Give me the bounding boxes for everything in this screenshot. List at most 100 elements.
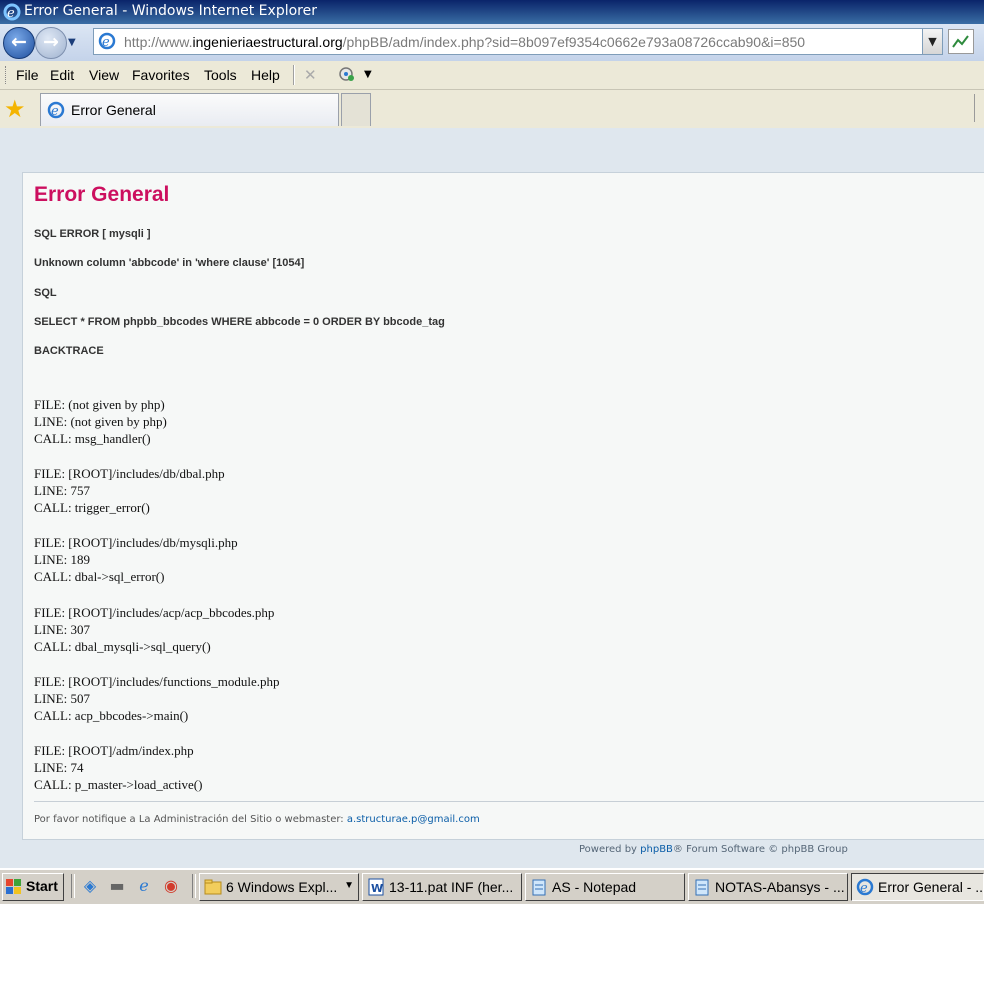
error-message: Unknown column 'abbcode' in 'where claus… (34, 257, 305, 269)
page-title: Error General (34, 183, 170, 206)
ie-quicklaunch-icon[interactable]: e (134, 876, 154, 896)
url-scheme: http://www. (124, 34, 193, 50)
menu-edit[interactable]: Edit (50, 67, 74, 83)
backtrace-file: FILE: (not given by php) (34, 397, 165, 412)
menu-help[interactable]: Help (251, 67, 280, 83)
notify-text: Por favor notifique a La Administración … (34, 814, 344, 825)
backtrace-call: CALL: trigger_error() (34, 500, 150, 515)
backtrace-call: CALL: p_master->load_active() (34, 777, 203, 792)
menu-file[interactable]: File (16, 67, 39, 83)
backtrace-line: LINE: 757 (34, 483, 90, 498)
navigation-bar: ← → ▼ e http://www.ingenieriaestructural… (0, 24, 984, 61)
error-panel: Error General SQL ERROR [ mysqli ] Unkno… (22, 172, 984, 840)
powered-by-footer: Powered by phpBB® Forum Software © phpBB… (579, 844, 848, 855)
notepad-icon (695, 879, 709, 896)
menu-bar: File Edit View Favorites Tools Help ✕ ▼ (0, 61, 984, 90)
favorites-star-icon[interactable]: ★ (4, 97, 26, 121)
backtrace-label: BACKTRACE (34, 345, 104, 357)
menu-tools[interactable]: Tools (204, 67, 237, 83)
taskbar: Start ◈ ▬ e ◉ 6 Windows Expl... ▼ W 13-1… (0, 868, 984, 904)
task-label: NOTAS-Abansys - ... (715, 879, 845, 895)
address-bar[interactable]: e http://www.ingenieriaestructural.org/p… (93, 28, 923, 55)
task-label: Error General - ... (878, 879, 984, 895)
chrome-icon[interactable]: ◉ (161, 876, 181, 896)
drive-icon[interactable]: ▬ (107, 876, 127, 896)
taskbar-task-active[interactable]: e Error General - ... (851, 873, 984, 901)
sql-label: SQL (34, 287, 57, 299)
svg-text:e: e (102, 35, 110, 50)
close-x-icon[interactable]: ✕ (304, 66, 317, 84)
back-arrow-icon: ← (11, 31, 27, 53)
taskbar-task[interactable]: NOTAS-Abansys - ... (688, 873, 848, 901)
menu-favorites[interactable]: Favorites (132, 67, 190, 83)
backtrace-file: FILE: [ROOT]/includes/db/dbal.php (34, 466, 225, 481)
title-bar[interactable]: e Error General - Windows Internet Explo… (0, 0, 984, 24)
tab-bar: ★ e Error General (0, 90, 984, 129)
windows-flag-icon (6, 879, 21, 894)
taskbar-task[interactable]: 6 Windows Expl... ▼ (199, 873, 359, 901)
backtrace-call: CALL: dbal_mysqli->sql_query() (34, 639, 211, 654)
backtrace-entry: FILE: (not given by php) LINE: (not give… (34, 396, 167, 447)
toolbar-grip[interactable] (5, 66, 8, 84)
forward-button[interactable]: → (35, 27, 67, 59)
address-dropdown-button[interactable]: ▼ (922, 28, 943, 55)
powered-suffix: ® Forum Software © phpBB Group (672, 844, 848, 855)
back-button[interactable]: ← (3, 27, 35, 59)
start-label: Start (26, 878, 58, 894)
sql-error-heading: SQL ERROR [ mysqli ] (34, 228, 151, 240)
backtrace-file: FILE: [ROOT]/includes/functions_module.p… (34, 674, 280, 689)
backtrace-entry: FILE: [ROOT]/includes/db/mysqli.php LINE… (34, 534, 238, 585)
phpbb-link[interactable]: phpBB (640, 844, 673, 855)
backtrace-file: FILE: [ROOT]/adm/index.php (34, 743, 194, 758)
tab-error-general[interactable]: e Error General (40, 93, 339, 126)
taskbar-separator (192, 874, 196, 898)
address-url[interactable]: http://www.ingenieriaestructural.org/php… (124, 34, 805, 50)
backtrace-call: CALL: acp_bbcodes->main() (34, 708, 189, 723)
start-button[interactable]: Start (2, 873, 64, 901)
ie-icon: e (856, 878, 874, 896)
folder-icon (204, 879, 222, 895)
tools-gear-icon[interactable] (337, 65, 355, 83)
powered-prefix: Powered by (579, 844, 637, 855)
sql-query: SELECT * FROM phpbb_bbcodes WHERE abbcod… (34, 316, 445, 328)
url-path: /phpBB/adm/index.php?sid=8b097ef9354c066… (342, 34, 806, 50)
backtrace-entry: FILE: [ROOT]/includes/functions_module.p… (34, 673, 280, 724)
svg-text:e: e (51, 104, 59, 119)
backtrace-line: LINE: (not given by php) (34, 414, 167, 429)
backtrace-line: LINE: 189 (34, 552, 90, 567)
taskbar-task[interactable]: W 13-11.pat INF (her... (362, 873, 522, 901)
backtrace-line: LINE: 74 (34, 760, 84, 775)
taskbar-task[interactable]: AS - Notepad (525, 873, 685, 901)
divider (34, 801, 984, 802)
backtrace-file: FILE: [ROOT]/includes/acp/acp_bbcodes.ph… (34, 605, 275, 620)
taskbar-separator (71, 874, 75, 898)
svg-text:W: W (371, 882, 383, 895)
backtrace-entry: FILE: [ROOT]/includes/acp/acp_bbcodes.ph… (34, 604, 274, 655)
tab-label: Error General (71, 102, 156, 118)
task-label: 13-11.pat INF (her... (389, 879, 514, 895)
backtrace-entry: FILE: [ROOT]/adm/index.php LINE: 74 CALL… (34, 742, 202, 793)
window-title: Error General - Windows Internet Explore… (24, 3, 317, 19)
tools-dropdown-icon[interactable]: ▼ (364, 69, 372, 80)
menu-view[interactable]: View (89, 67, 119, 83)
page-viewport: Error General SQL ERROR [ mysqli ] Unkno… (0, 128, 984, 868)
new-tab-button[interactable] (341, 93, 371, 126)
ie-page-icon: e (98, 32, 116, 50)
show-desktop-icon[interactable]: ◈ (80, 876, 100, 896)
backtrace-entry: FILE: [ROOT]/includes/db/dbal.php LINE: … (34, 465, 225, 516)
forward-arrow-icon: → (43, 31, 59, 53)
group-dropdown-icon: ▼ (344, 880, 354, 891)
word-icon: W (368, 878, 384, 896)
notepad-icon (532, 879, 546, 896)
tab-bar-divider (974, 94, 975, 122)
backtrace-line: LINE: 307 (34, 622, 90, 637)
compatibility-view-icon[interactable] (948, 29, 974, 54)
webmaster-email-link[interactable]: a.structurae.p@gmail.com (347, 814, 480, 825)
ie-tab-icon: e (47, 101, 65, 119)
backtrace-call: CALL: dbal->sql_error() (34, 569, 165, 584)
history-dropdown-icon[interactable]: ▼ (68, 37, 76, 48)
ie-icon: e (3, 3, 21, 21)
url-host: ingenieriaestructural.org (192, 34, 343, 50)
backtrace-line: LINE: 507 (34, 691, 90, 706)
menu-separator (293, 65, 295, 85)
